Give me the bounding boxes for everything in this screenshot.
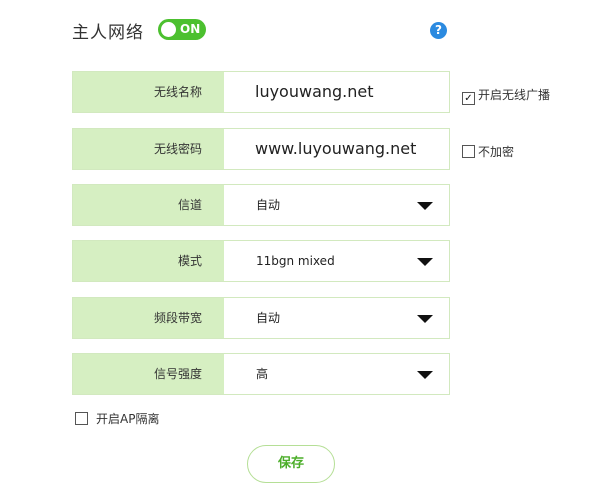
ap-isolation-option[interactable]: 开启AP隔离 bbox=[75, 410, 159, 427]
signal-strength-label: 信号强度 bbox=[73, 354, 224, 394]
bandwidth-select[interactable]: 频段带宽 自动 bbox=[72, 297, 450, 339]
help-icon[interactable]: ? bbox=[430, 22, 447, 39]
no-encrypt-option[interactable]: 不加密 bbox=[462, 143, 514, 160]
channel-value: 自动 bbox=[256, 198, 281, 212]
mode-label: 模式 bbox=[73, 241, 224, 281]
chevron-down-icon[interactable] bbox=[417, 202, 433, 210]
save-button[interactable]: 保存 bbox=[247, 445, 335, 483]
no-encrypt-checkbox[interactable] bbox=[462, 145, 475, 158]
password-field: 无线密码 www.luyouwang.net bbox=[72, 128, 450, 170]
bandwidth-value: 自动 bbox=[256, 311, 281, 325]
page-title: 主人网络 bbox=[72, 23, 144, 43]
password-input[interactable]: www.luyouwang.net bbox=[255, 129, 416, 169]
ssid-label: 无线名称 bbox=[73, 72, 224, 112]
channel-label: 信道 bbox=[73, 185, 224, 225]
toggle-knob bbox=[161, 22, 176, 37]
no-encrypt-label: 不加密 bbox=[478, 145, 515, 159]
mode-value: 11bgn mixed bbox=[256, 254, 335, 268]
toggle-state-label: ON bbox=[180, 22, 201, 36]
broadcast-checkbox[interactable]: ✓ bbox=[462, 92, 475, 105]
chevron-down-icon[interactable] bbox=[417, 315, 433, 323]
password-label: 无线密码 bbox=[73, 129, 224, 169]
chevron-down-icon[interactable] bbox=[417, 258, 433, 266]
broadcast-label: 开启无线广播 bbox=[478, 88, 551, 102]
bandwidth-label: 频段带宽 bbox=[73, 298, 224, 338]
ap-isolation-checkbox[interactable] bbox=[75, 412, 88, 425]
ssid-input[interactable]: luyouwang.net bbox=[255, 72, 374, 112]
signal-strength-value: 高 bbox=[256, 367, 269, 381]
ap-isolation-label: 开启AP隔离 bbox=[96, 412, 160, 426]
ssid-field: 无线名称 luyouwang.net bbox=[72, 71, 450, 113]
mode-select[interactable]: 模式 11bgn mixed bbox=[72, 240, 450, 282]
chevron-down-icon[interactable] bbox=[417, 371, 433, 379]
signal-strength-select[interactable]: 信号强度 高 bbox=[72, 353, 450, 395]
channel-select[interactable]: 信道 自动 bbox=[72, 184, 450, 226]
network-toggle[interactable]: ON bbox=[158, 19, 206, 40]
broadcast-option[interactable]: ✓ 开启无线广播 bbox=[462, 86, 550, 105]
